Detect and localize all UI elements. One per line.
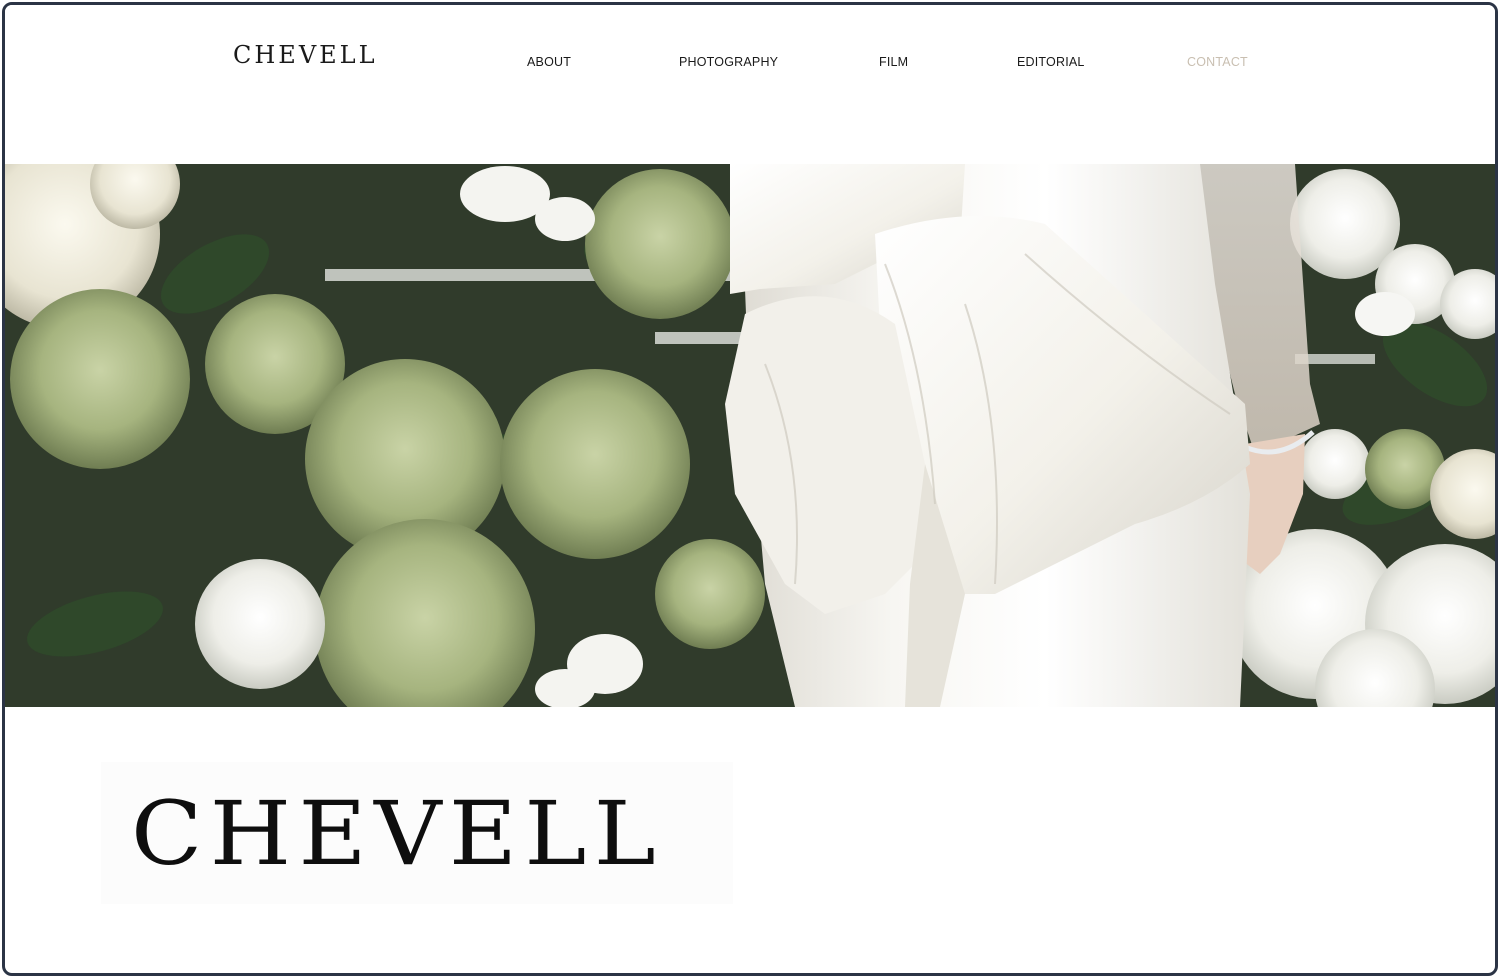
footer-logo-wordmark: CHEVELL [131, 782, 664, 885]
nav-editorial-link[interactable]: EDITORIAL [1017, 55, 1085, 69]
nav-contact-link[interactable]: CONTACT [1187, 55, 1248, 69]
site-header: CHEVELL ABOUT PHOTOGRAPHY FILM EDITORIAL… [5, 5, 1495, 163]
brand-logo-link[interactable]: CHEVELL [233, 41, 378, 69]
footer-logo-box: CHEVELL [101, 762, 733, 904]
hero-image [5, 164, 1495, 707]
nav-photography-link[interactable]: PHOTOGRAPHY [679, 55, 778, 69]
browser-frame: CHEVELL ABOUT PHOTOGRAPHY FILM EDITORIAL… [2, 2, 1498, 976]
nav-about-link[interactable]: ABOUT [527, 55, 571, 69]
nav-film-link[interactable]: FILM [879, 55, 908, 69]
hero-photo-illustration [5, 164, 1495, 707]
